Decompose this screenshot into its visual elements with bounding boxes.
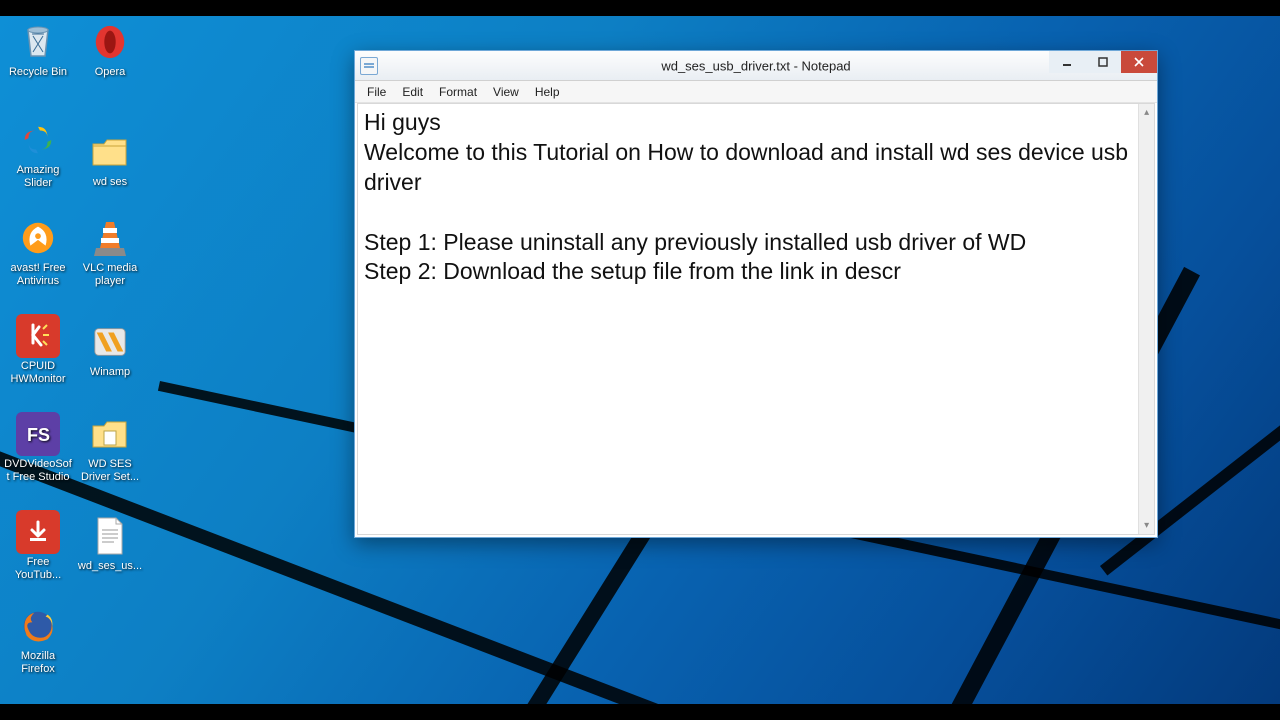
desktop-icon-label: Mozilla Firefox bbox=[4, 650, 72, 675]
desktop-icon-label: avast! Free Antivirus bbox=[4, 262, 72, 287]
opera-icon bbox=[88, 20, 132, 64]
desktop-icon-wd-ses-txt[interactable]: wd_ses_us... bbox=[74, 514, 146, 594]
download-icon bbox=[16, 510, 60, 554]
desktop[interactable]: Recycle Bin Opera Amazing Slider wd ses bbox=[0, 16, 1280, 704]
cpuid-icon bbox=[16, 314, 60, 358]
desktop-icon-label: wd ses bbox=[76, 176, 144, 189]
menubar: File Edit Format View Help bbox=[355, 81, 1157, 103]
menu-format[interactable]: Format bbox=[431, 83, 485, 101]
desktop-icon-label: WD SES Driver Set... bbox=[76, 458, 144, 483]
swirl-icon bbox=[16, 118, 60, 162]
desktop-icon-firefox[interactable]: Mozilla Firefox bbox=[2, 604, 74, 684]
desktop-icon-avast[interactable]: avast! Free Antivirus bbox=[2, 216, 74, 296]
menu-view[interactable]: View bbox=[485, 83, 527, 101]
winamp-icon bbox=[88, 320, 132, 364]
firefox-icon bbox=[16, 604, 60, 648]
scroll-up-button[interactable]: ▴ bbox=[1139, 104, 1154, 121]
desktop-icon-label: Opera bbox=[76, 66, 144, 79]
scroll-down-button[interactable]: ▾ bbox=[1139, 517, 1154, 534]
recycle-bin-icon bbox=[16, 20, 60, 64]
desktop-icon-cpuid[interactable]: CPUID HWMonitor bbox=[2, 314, 74, 394]
avast-icon bbox=[16, 216, 60, 260]
desktop-icon-label: VLC media player bbox=[76, 262, 144, 287]
svg-text:FS: FS bbox=[27, 425, 50, 445]
text-editor[interactable]: Hi guys Welcome to this Tutorial on How … bbox=[358, 104, 1138, 534]
textfile-icon bbox=[88, 514, 132, 558]
vlc-icon bbox=[88, 216, 132, 260]
close-button[interactable] bbox=[1121, 51, 1157, 73]
desktop-icon-amazing-slider[interactable]: Amazing Slider bbox=[2, 118, 74, 198]
editor-area: Hi guys Welcome to this Tutorial on How … bbox=[357, 103, 1155, 535]
folder-icon bbox=[88, 412, 132, 456]
letterbox-top bbox=[0, 0, 1280, 16]
notepad-app-icon bbox=[360, 57, 378, 75]
fs-icon: FS bbox=[16, 412, 60, 456]
maximize-button[interactable] bbox=[1085, 51, 1121, 73]
desktop-icon-label: Winamp bbox=[76, 366, 144, 379]
desktop-icon-wd-ses-driver[interactable]: WD SES Driver Set... bbox=[74, 412, 146, 492]
folder-icon bbox=[88, 130, 132, 174]
desktop-icon-label: Free YouTub... bbox=[4, 556, 72, 581]
desktop-icon-label: DVDVideoSoft Free Studio bbox=[4, 458, 72, 483]
menu-help[interactable]: Help bbox=[527, 83, 568, 101]
desktop-icon-opera[interactable]: Opera bbox=[74, 20, 146, 100]
menu-file[interactable]: File bbox=[359, 83, 394, 101]
titlebar[interactable]: wd_ses_usb_driver.txt - Notepad bbox=[355, 51, 1157, 81]
minimize-button[interactable] bbox=[1049, 51, 1085, 73]
desktop-icon-recycle-bin[interactable]: Recycle Bin bbox=[2, 20, 74, 100]
vertical-scrollbar[interactable]: ▴ ▾ bbox=[1138, 104, 1154, 534]
desktop-icon-label: wd_ses_us... bbox=[76, 560, 144, 573]
window-controls bbox=[1049, 51, 1157, 73]
desktop-icon-label: CPUID HWMonitor bbox=[4, 360, 72, 385]
window-title: wd_ses_usb_driver.txt - Notepad bbox=[661, 58, 850, 73]
letterbox-bottom bbox=[0, 704, 1280, 720]
desktop-icon-wd-ses-folder[interactable]: wd ses bbox=[74, 130, 146, 210]
notepad-window[interactable]: wd_ses_usb_driver.txt - Notepad File Edi… bbox=[354, 50, 1158, 538]
menu-edit[interactable]: Edit bbox=[394, 83, 431, 101]
desktop-icon-dvdvideosoft[interactable]: FS DVDVideoSoft Free Studio bbox=[2, 412, 74, 492]
desktop-icon-vlc[interactable]: VLC media player bbox=[74, 216, 146, 296]
desktop-icon-label: Recycle Bin bbox=[4, 66, 72, 79]
desktop-icon-winamp[interactable]: Winamp bbox=[74, 320, 146, 400]
desktop-icon-label: Amazing Slider bbox=[4, 164, 72, 189]
desktop-icon-free-youtube[interactable]: Free YouTub... bbox=[2, 510, 74, 590]
